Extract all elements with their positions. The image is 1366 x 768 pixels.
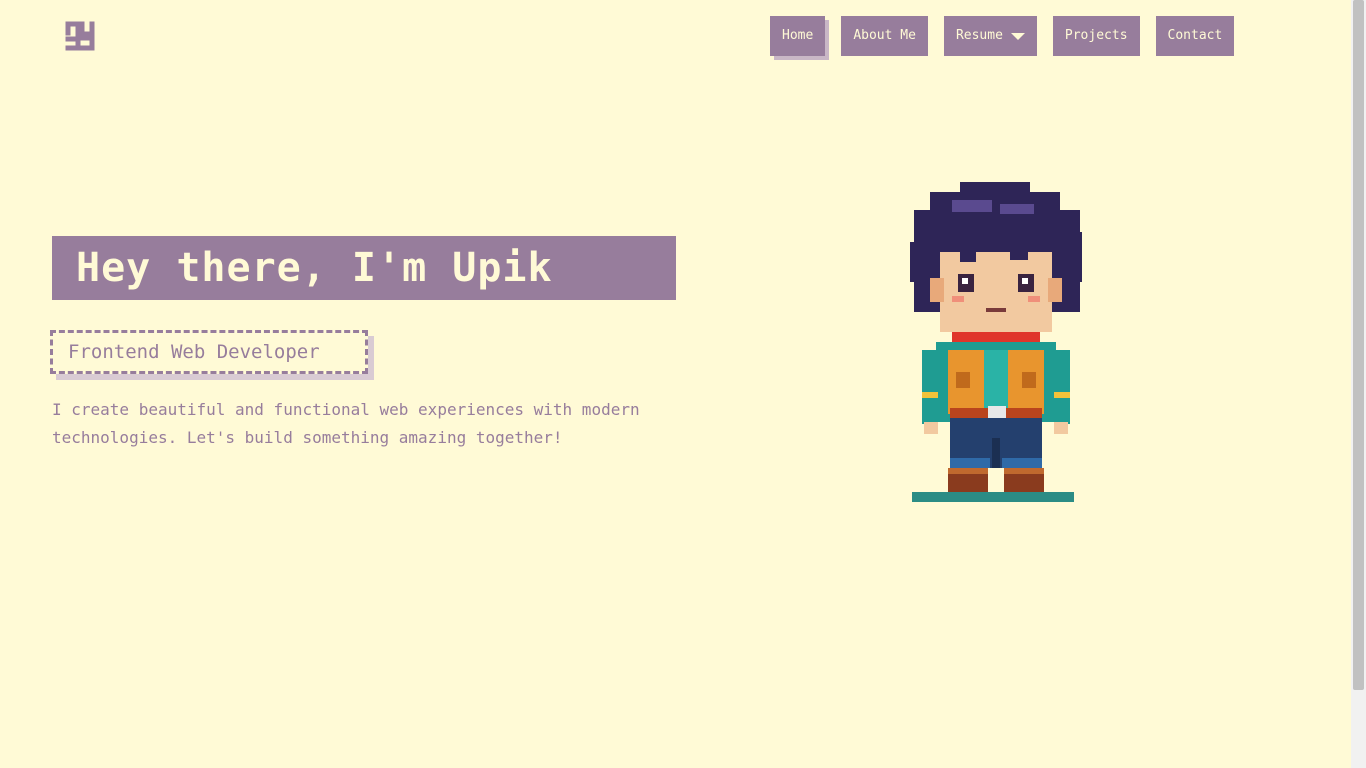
page: Home About Me Resume Projects Contact He… bbox=[0, 0, 1366, 768]
hero-title: Hey there, I'm Upik bbox=[52, 236, 676, 300]
role-badge: Frontend Web Developer bbox=[50, 330, 368, 374]
nav-resume-dropdown[interactable]: Resume bbox=[943, 16, 1037, 56]
main-nav: Home About Me Resume Projects Contact bbox=[770, 16, 1235, 56]
hero-intro-text: I create beautiful and functional web ex… bbox=[52, 400, 640, 447]
scrollbar-thumb[interactable] bbox=[1353, 0, 1364, 690]
scrollbar-track[interactable] bbox=[1351, 0, 1366, 768]
logo-icon[interactable] bbox=[62, 18, 98, 54]
chevron-down-icon bbox=[1010, 33, 1025, 40]
nav-contact-label: Contact bbox=[1167, 28, 1223, 43]
nav-contact-button[interactable]: Contact bbox=[1155, 16, 1235, 56]
pixel-character-avatar bbox=[910, 182, 1082, 502]
nav-home-label: Home bbox=[782, 28, 814, 43]
nav-projects-label: Projects bbox=[1064, 28, 1128, 43]
nav-about-button[interactable]: About Me bbox=[841, 16, 928, 56]
nav-projects-button[interactable]: Projects bbox=[1052, 16, 1140, 56]
nav-about-label: About Me bbox=[853, 28, 916, 43]
nav-resume-label: Resume bbox=[955, 28, 1003, 43]
nav-home-button[interactable]: Home bbox=[770, 16, 826, 56]
